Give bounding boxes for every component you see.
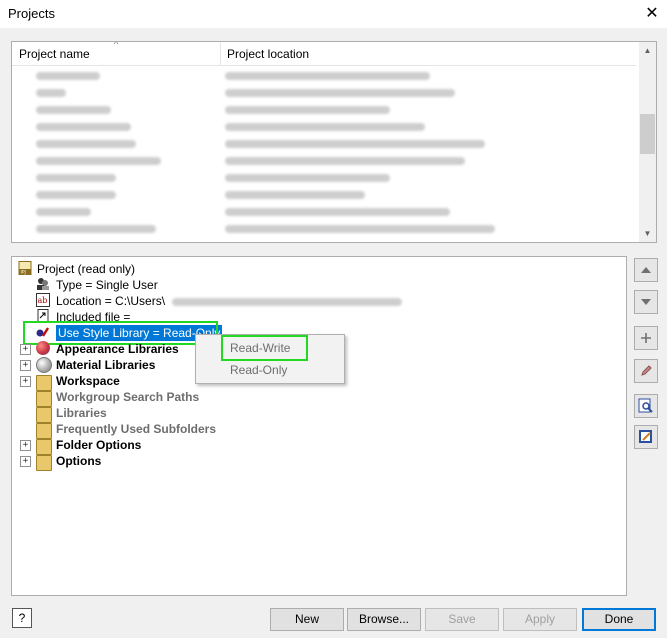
edit-project-icon <box>639 430 652 443</box>
column-separator[interactable] <box>220 42 221 65</box>
move-down-button[interactable] <box>634 290 658 314</box>
ipj-file-icon: IPJ <box>18 261 32 275</box>
project-row[interactable] <box>12 118 636 135</box>
tree-label-folder-options: Folder Options <box>56 438 142 452</box>
folder-icon <box>36 439 52 455</box>
text-field-icon: ab <box>36 293 50 307</box>
project-list-scrollbar[interactable]: ▲ ▼ <box>639 42 656 242</box>
expand-toggle[interactable]: + <box>20 440 31 451</box>
folder-icon <box>36 407 52 423</box>
column-project-name[interactable]: Project name <box>19 47 90 61</box>
tree-label-options: Options <box>56 454 102 468</box>
project-row[interactable] <box>12 203 636 220</box>
project-row[interactable] <box>12 135 636 152</box>
svg-text:IPJ: IPJ <box>21 270 26 276</box>
material-sphere-icon <box>36 357 52 373</box>
sort-ascending-icon: ^ <box>114 41 119 49</box>
save-button[interactable]: Save <box>425 608 499 631</box>
apply-button[interactable]: Apply <box>503 608 577 631</box>
expand-toggle[interactable]: + <box>20 344 31 355</box>
move-up-button[interactable] <box>634 258 658 282</box>
move-down-icon <box>641 299 651 305</box>
add-path-button[interactable] <box>634 326 658 350</box>
project-row[interactable] <box>12 220 636 237</box>
browse-button[interactable]: Browse... <box>347 608 421 631</box>
close-icon[interactable]: ✕ <box>640 3 664 25</box>
tree-label-type: Type = Single User <box>56 278 158 292</box>
highlight-read-write <box>221 335 308 361</box>
tree-label-material-libraries: Material Libraries <box>56 358 156 372</box>
column-project-location[interactable]: Project location <box>227 47 309 61</box>
tree-label-appearance-libraries: Appearance Libraries <box>56 342 179 356</box>
redacted-path <box>172 298 402 306</box>
project-row[interactable] <box>12 67 636 84</box>
tree-label-libraries: Libraries <box>56 406 107 420</box>
window-title: Projects <box>8 6 55 21</box>
move-up-icon <box>641 267 651 273</box>
project-row[interactable] <box>12 84 636 101</box>
project-list-header: ^ Project name Project location <box>12 42 636 66</box>
folder-icon <box>36 375 52 391</box>
add-icon <box>641 333 651 343</box>
scroll-up-icon[interactable]: ▲ <box>639 42 656 59</box>
tree-label-location: Location = C:\Users\ <box>56 294 166 308</box>
users-icon <box>37 278 49 290</box>
new-button[interactable]: New <box>270 608 344 631</box>
project-list[interactable]: ^ Project name Project location ▲ ▼ <box>11 41 657 243</box>
folder-icon <box>36 455 52 471</box>
done-button[interactable]: Done <box>582 608 656 631</box>
folder-icon <box>36 391 52 407</box>
edit-icon <box>641 365 652 376</box>
title-bar: Projects ✕ <box>0 0 667 28</box>
expand-toggle[interactable]: + <box>20 360 31 371</box>
scroll-thumb[interactable] <box>640 114 655 154</box>
find-button[interactable] <box>634 394 658 418</box>
menu-item-read-only-label: Read-Only <box>230 363 288 377</box>
expand-toggle[interactable]: + <box>20 456 31 467</box>
tree-label-workspace: Workspace <box>56 374 120 388</box>
project-row[interactable] <box>12 101 636 118</box>
edit-path-button[interactable] <box>634 359 658 383</box>
scroll-down-icon[interactable]: ▼ <box>639 225 656 242</box>
project-row[interactable] <box>12 186 636 203</box>
tree-label-workgroup-search-paths: Workgroup Search Paths <box>56 390 200 404</box>
appearance-globe-icon <box>36 341 50 355</box>
project-rows <box>12 67 636 237</box>
expand-toggle[interactable]: + <box>20 376 31 387</box>
tree-label-project: Project (read only) <box>37 262 136 276</box>
edit-project-button[interactable] <box>634 425 658 449</box>
folder-icon <box>36 423 52 439</box>
svg-text:ab: ab <box>38 296 48 305</box>
project-settings-tree[interactable]: IPJ Project (read only) Type = Single Us… <box>11 256 627 596</box>
help-button[interactable]: ? <box>12 608 32 628</box>
find-icon <box>638 398 653 413</box>
project-row[interactable] <box>12 169 636 186</box>
project-row[interactable] <box>12 152 636 169</box>
tree-label-frequently-used-subfolders: Frequently Used Subfolders <box>56 422 217 436</box>
menu-item-read-only[interactable]: Read-Only <box>196 360 344 380</box>
